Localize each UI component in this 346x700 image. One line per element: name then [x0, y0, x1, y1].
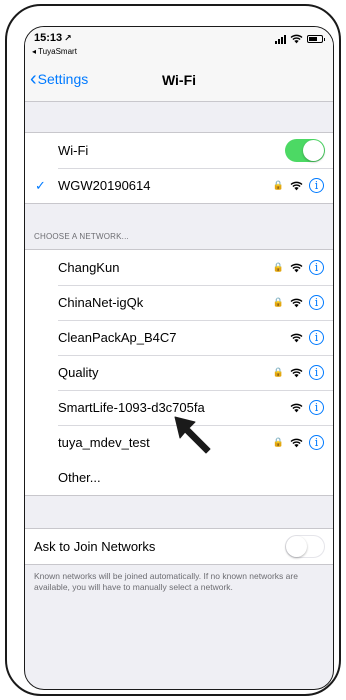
- location-arrow-icon: ↗: [64, 33, 72, 43]
- wifi-section: Wi-Fi ✓ WGW20190614 🔒 i: [25, 132, 333, 204]
- lock-icon: 🔒: [272, 437, 284, 447]
- navigation-bar: ‹ Settings Wi-Fi: [25, 61, 333, 102]
- wifi-signal-icon: [290, 181, 303, 190]
- network-row[interactable]: ChangKun 🔒 i: [25, 250, 333, 285]
- network-name: Quality: [58, 365, 99, 380]
- network-name: CleanPackAp_B4C7: [58, 330, 177, 345]
- info-icon[interactable]: i: [309, 260, 324, 275]
- info-icon[interactable]: i: [309, 295, 324, 310]
- network-name: ChangKun: [58, 260, 120, 275]
- wifi-signal-icon: [290, 368, 303, 377]
- wifi-label: Wi-Fi: [58, 143, 89, 158]
- wifi-signal-icon: [290, 403, 303, 412]
- info-icon[interactable]: i: [309, 178, 324, 193]
- ask-to-join-note: Known networks will be joined automatica…: [34, 571, 298, 592]
- checkmark-icon: ✓: [35, 177, 46, 193]
- info-icon[interactable]: i: [309, 365, 324, 380]
- lock-icon: 🔒: [272, 180, 284, 190]
- ask-to-join-row: Ask to Join Networks: [25, 529, 333, 564]
- status-wifi-icon: [290, 34, 303, 44]
- network-row[interactable]: CleanPackAp_B4C7 i: [25, 320, 333, 355]
- wifi-toggle-row: Wi-Fi: [25, 133, 333, 168]
- network-row[interactable]: ChinaNet-igQk 🔒 i: [25, 285, 333, 320]
- connected-network-name: WGW20190614: [58, 178, 151, 193]
- wifi-signal-icon: [290, 438, 303, 447]
- lock-icon: 🔒: [272, 297, 284, 307]
- lock-icon: 🔒: [272, 367, 284, 377]
- arrow-cursor-icon: [174, 416, 211, 454]
- other-network-row[interactable]: Other...: [25, 460, 333, 495]
- network-name: SmartLife-1093-d3c705fa: [58, 400, 205, 415]
- status-icons: [275, 34, 325, 44]
- status-bar: 15:13 ↗ ◂ TuyaSmart: [25, 27, 333, 61]
- wifi-signal-icon: [290, 263, 303, 272]
- back-to-app-link[interactable]: ◂ TuyaSmart: [32, 47, 77, 56]
- ask-to-join-label: Ask to Join Networks: [34, 539, 156, 554]
- status-time: 15:13 ↗: [34, 32, 72, 44]
- info-icon[interactable]: i: [309, 330, 324, 345]
- lock-icon: 🔒: [272, 262, 284, 272]
- wifi-toggle[interactable]: [285, 139, 325, 162]
- connected-network-row[interactable]: ✓ WGW20190614 🔒 i: [25, 168, 333, 203]
- network-row[interactable]: Quality 🔒 i: [25, 355, 333, 390]
- wifi-signal-icon: [290, 333, 303, 342]
- ask-to-join-toggle[interactable]: [285, 535, 325, 558]
- battery-icon: [307, 35, 325, 43]
- choose-network-header: CHOOSE A NETWORK...: [34, 232, 129, 241]
- info-icon[interactable]: i: [309, 435, 324, 450]
- cellular-signal-icon: [275, 34, 286, 44]
- ask-to-join-section: Ask to Join Networks: [25, 528, 333, 565]
- network-name: ChinaNet-igQk: [58, 295, 144, 310]
- networks-section: ChangKun 🔒 i ChinaNet-igQk 🔒 i CleanPackAp_B4C…: [25, 249, 333, 496]
- info-icon[interactable]: i: [309, 400, 324, 415]
- other-network-label: Other...: [58, 470, 101, 485]
- phone-screen: 15:13 ↗ ◂ TuyaSmart ‹ Settings Wi-Fi Wi-F…: [24, 26, 334, 690]
- network-name: tuya_mdev_test: [58, 435, 150, 450]
- wifi-signal-icon: [290, 298, 303, 307]
- page-title: Wi-Fi: [161, 72, 197, 88]
